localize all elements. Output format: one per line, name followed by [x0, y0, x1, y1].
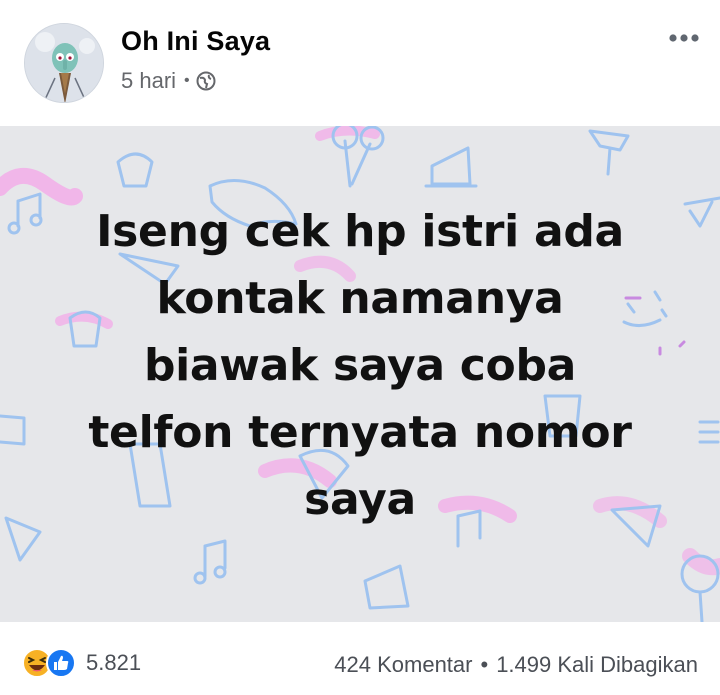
more-options-button[interactable] — [666, 20, 702, 56]
post-footer: 5.821 424 Komentar • 1.499 Kali Dibagika… — [0, 622, 720, 695]
post-timestamp[interactable]: 5 hari — [121, 68, 176, 94]
more-options-icon — [669, 34, 699, 42]
comments-count-link[interactable]: 424 Komentar — [334, 652, 472, 678]
shares-count-link[interactable]: 1.499 Kali Dibagikan — [496, 652, 698, 678]
post-image[interactable]: Iseng cek hp istri ada kontak namanya bi… — [0, 126, 720, 622]
stats-separator: • — [480, 652, 489, 677]
reactions-summary[interactable]: 5.821 — [22, 648, 141, 678]
reaction-count: 5.821 — [86, 650, 142, 675]
meta-separator: • — [184, 72, 190, 89]
post-image-text: Iseng cek hp istri ada kontak namanya bi… — [88, 206, 632, 525]
author-name[interactable]: Oh Ini Saya — [121, 26, 270, 57]
post-header: Oh Ini Saya 5 hari • — [0, 0, 720, 126]
like-icon — [46, 648, 76, 678]
post-meta: 5 hari • — [121, 68, 216, 94]
globe-icon — [196, 71, 216, 91]
engagement-stats: 424 Komentar • 1.499 Kali Dibagikan — [334, 652, 698, 678]
author-avatar[interactable] — [24, 23, 104, 103]
avatar-image — [25, 24, 103, 102]
